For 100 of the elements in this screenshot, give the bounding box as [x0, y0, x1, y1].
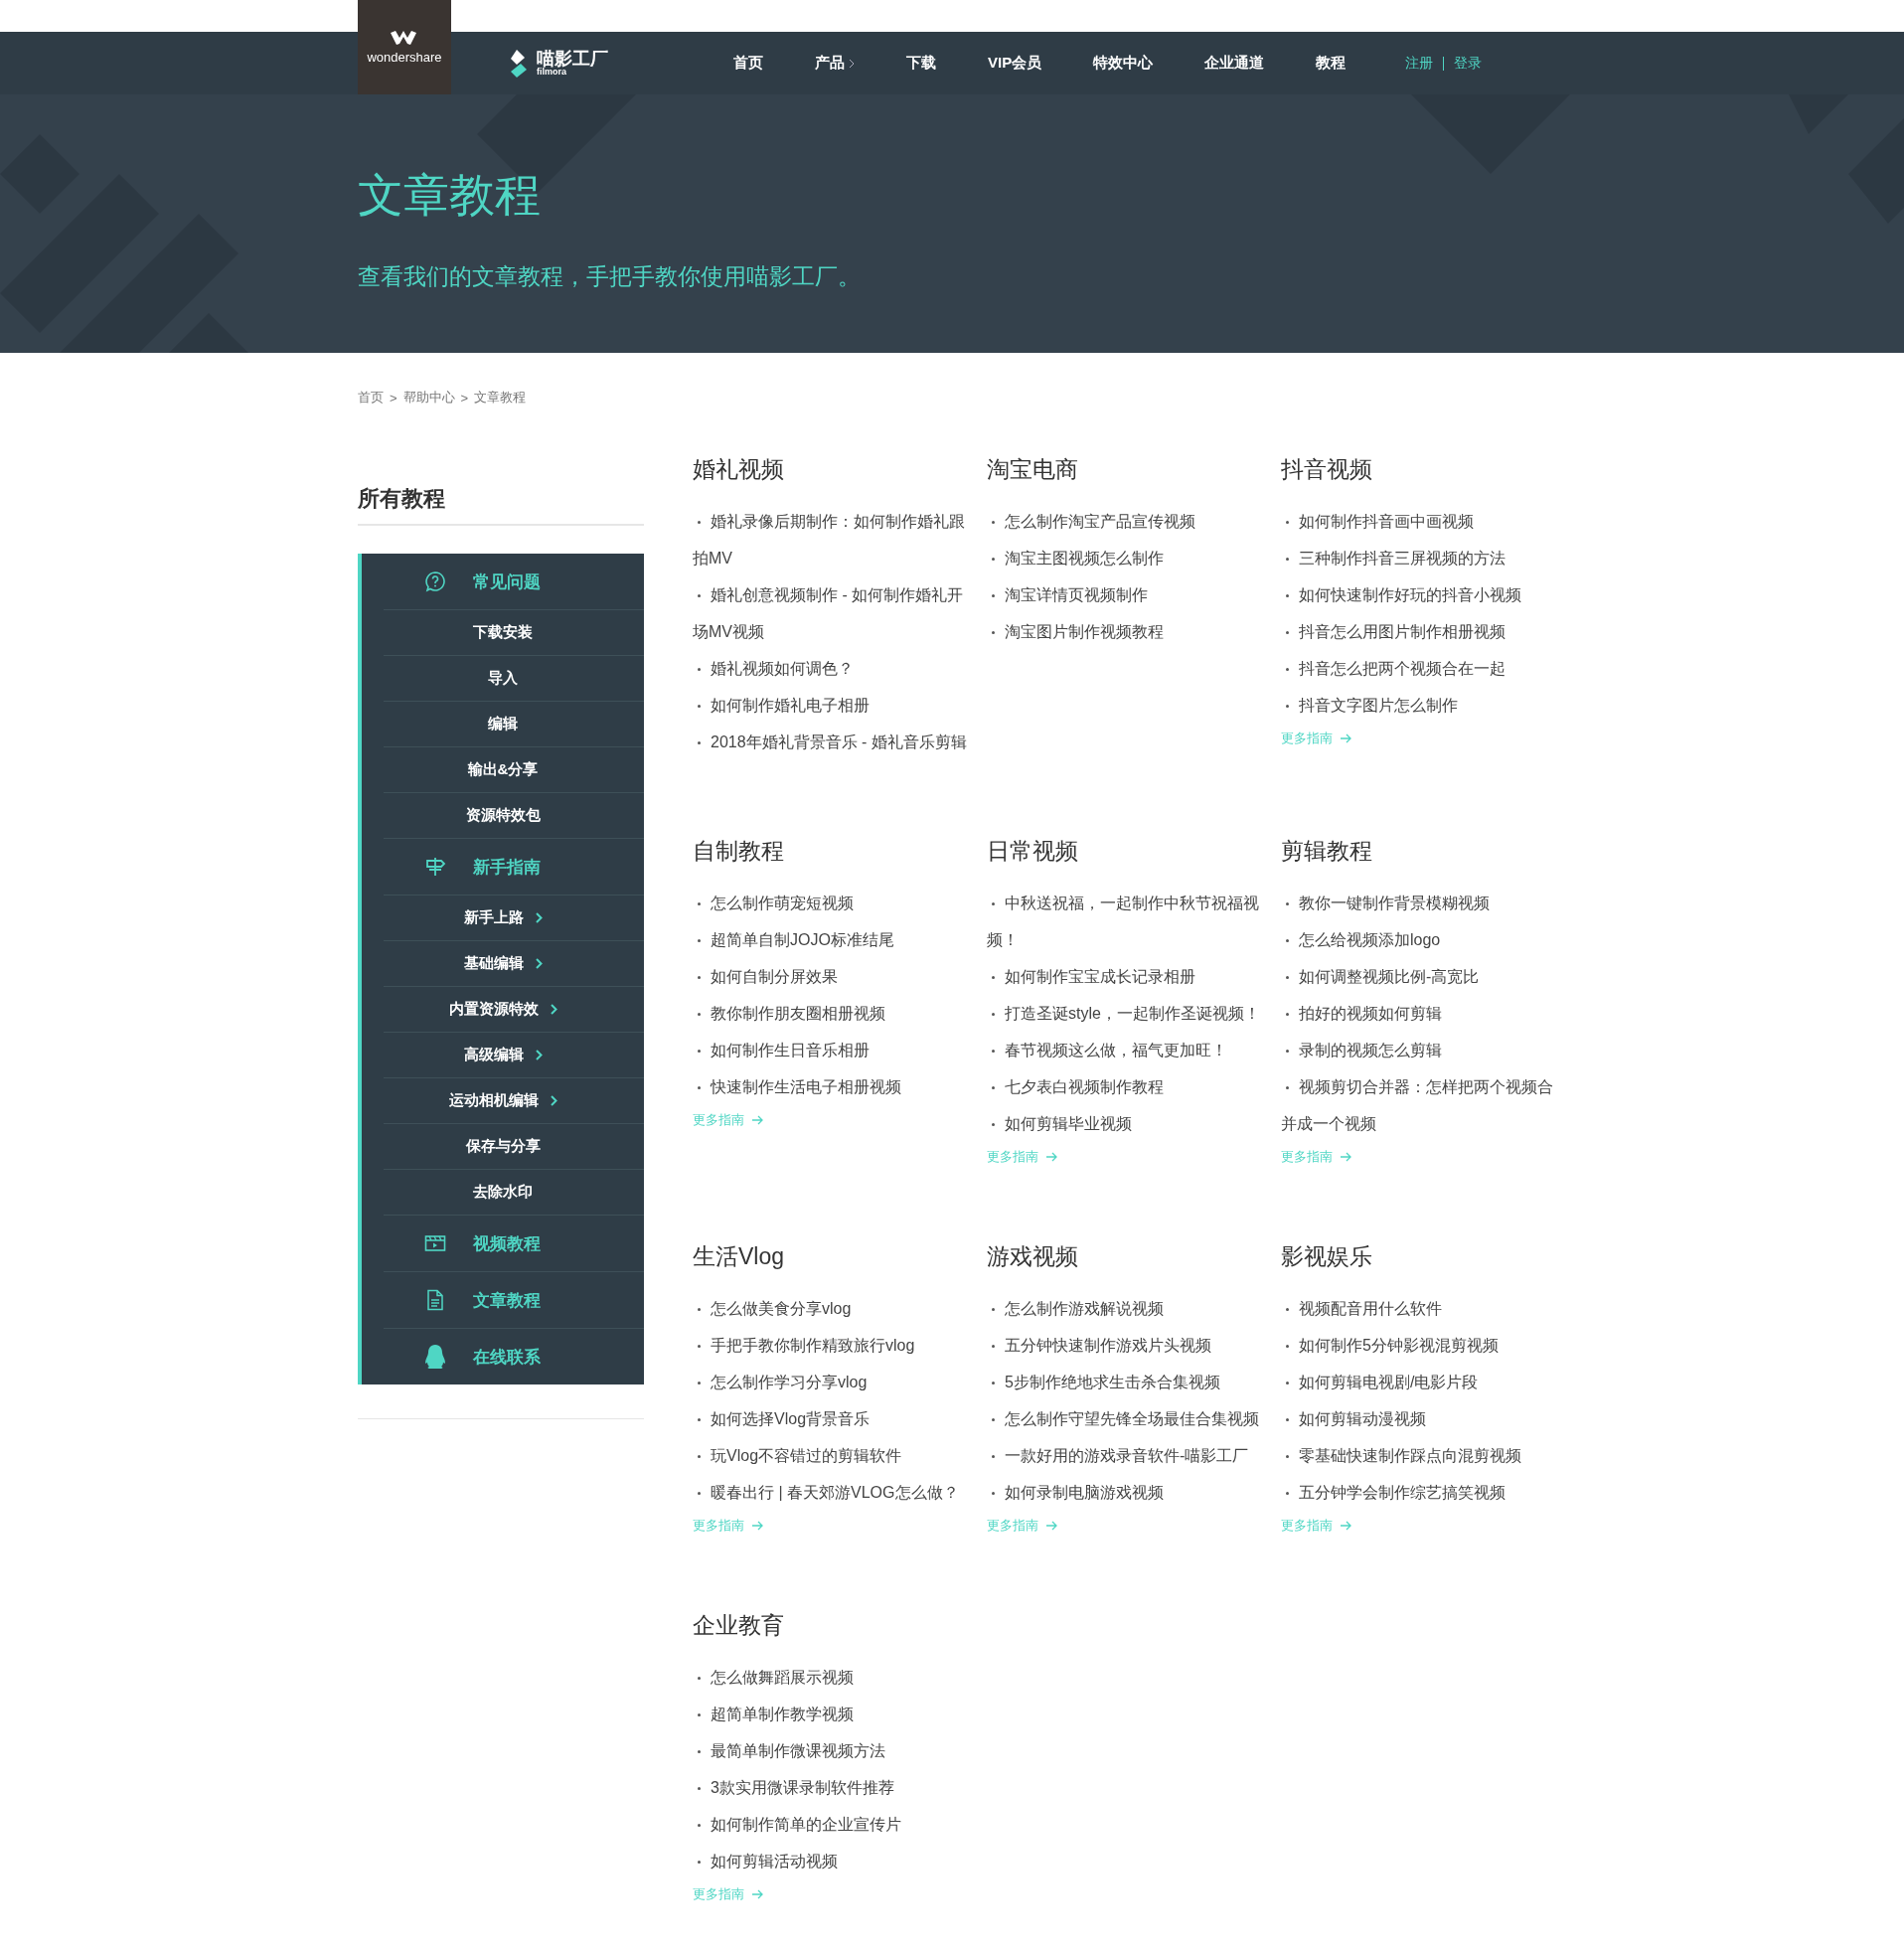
- article-link[interactable]: 七夕表白视频制作教程: [987, 1068, 1265, 1105]
- article-link[interactable]: 玩Vlog不容错过的剪辑软件: [693, 1437, 971, 1474]
- article-link[interactable]: 如何选择Vlog背景音乐: [693, 1400, 971, 1437]
- bullet-icon: [698, 1013, 701, 1017]
- article-link[interactable]: 最简单制作微课视频方法: [693, 1732, 971, 1769]
- sidebar-item[interactable]: 去除水印: [384, 1170, 644, 1216]
- article-link[interactable]: 怎么制作淘宝产品宣传视频: [987, 503, 1265, 540]
- article-link[interactable]: 五分钟学会制作综艺搞笑视频: [1281, 1474, 1559, 1511]
- arrow-icon: [752, 1521, 764, 1531]
- breadcrumb-link[interactable]: 帮助中心: [402, 389, 455, 407]
- article-link[interactable]: 零基础快速制作踩点向混剪视频: [1281, 1437, 1559, 1474]
- question-icon: [424, 570, 446, 592]
- sidebar-section[interactable]: 在线联系: [384, 1329, 644, 1384]
- article-link[interactable]: 如何快速制作好玩的抖音小视频: [1281, 576, 1559, 613]
- article-link[interactable]: 如何制作宝宝成长记录相册: [987, 958, 1265, 995]
- article-link[interactable]: 暖春出行 | 春天郊游VLOG怎么做？: [693, 1474, 971, 1511]
- bullet-icon: [698, 1824, 701, 1828]
- bullet-icon: [992, 1492, 995, 1496]
- article-link[interactable]: 教你一键制作背景模糊视频: [1281, 885, 1559, 921]
- article-link[interactable]: 录制的视频怎么剪辑: [1281, 1032, 1559, 1068]
- sidebar-item[interactable]: 基础编辑: [384, 941, 644, 987]
- nav-link[interactable]: VIP会员: [962, 54, 1068, 73]
- article-link[interactable]: 婚礼创意视频制作 - 如何制作婚礼开场MV视频: [693, 576, 971, 650]
- nav-link[interactable]: 特效中心: [1067, 54, 1180, 73]
- article-link[interactable]: 怎么制作萌宠短视频: [693, 885, 971, 921]
- article-link[interactable]: 超简单自制JOJO标准结尾: [693, 921, 971, 958]
- sidebar-section[interactable]: 视频教程: [384, 1216, 644, 1272]
- film-icon: [424, 1234, 446, 1252]
- article-link[interactable]: 抖音文字图片怎么制作: [1281, 687, 1559, 724]
- filmora-logo[interactable]: 喵影工厂 filmora: [507, 32, 608, 94]
- article-link[interactable]: 中秋送祝福，一起制作中秋节祝福视频！: [987, 885, 1265, 958]
- article-link[interactable]: 5步制作绝地求生击杀合集视频: [987, 1364, 1265, 1400]
- article-link[interactable]: 如何剪辑电视剧/电影片段: [1281, 1364, 1559, 1400]
- article-link[interactable]: 视频剪切合并器：怎样把两个视频合并成一个视频: [1281, 1068, 1559, 1142]
- sidebar-item[interactable]: 保存与分享: [384, 1124, 644, 1170]
- sidebar-section[interactable]: 常见问题: [384, 554, 644, 610]
- breadcrumb-link[interactable]: 首页: [358, 389, 384, 407]
- nav-link[interactable]: 首页: [708, 54, 789, 73]
- article-link[interactable]: 怎么给视频添加logo: [1281, 921, 1559, 958]
- article-link[interactable]: 视频配音用什么软件: [1281, 1290, 1559, 1327]
- article-link[interactable]: 五分钟快速制作游戏片头视频: [987, 1327, 1265, 1364]
- article-link[interactable]: 2018年婚礼背景音乐 - 婚礼音乐剪辑: [693, 724, 971, 760]
- document-icon: [426, 1289, 444, 1311]
- sidebar-item[interactable]: 高级编辑: [384, 1033, 644, 1078]
- article-link[interactable]: 淘宝图片制作视频教程: [987, 613, 1265, 650]
- nav-link[interactable]: 产品: [789, 54, 880, 73]
- bullet-icon: [992, 521, 995, 525]
- account-link[interactable]: 注册: [1405, 54, 1434, 73]
- article-link[interactable]: 如何制作婚礼电子相册: [693, 687, 971, 724]
- page-title: 文章教程: [358, 172, 542, 218]
- article-link[interactable]: 婚礼视频如何调色？: [693, 650, 971, 687]
- article-link[interactable]: 如何自制分屏效果: [693, 958, 971, 995]
- article-link[interactable]: 如何录制电脑游戏视频: [987, 1474, 1265, 1511]
- sidebar-item[interactable]: 导入: [384, 656, 644, 702]
- bullet-icon: [698, 1086, 701, 1090]
- article-link[interactable]: 如何剪辑活动视频: [693, 1843, 971, 1879]
- sidebar-section[interactable]: 新手指南: [384, 839, 644, 896]
- article-link[interactable]: 怎么制作学习分享vlog: [693, 1364, 971, 1400]
- article-link[interactable]: 如何调整视频比例-高宽比: [1281, 958, 1559, 995]
- wondershare-logo[interactable]: wondershare: [358, 0, 451, 94]
- article-link[interactable]: 抖音怎么把两个视频合在一起: [1281, 650, 1559, 687]
- sidebar-item[interactable]: 编辑: [384, 702, 644, 747]
- sidebar-item[interactable]: 输出&分享: [384, 747, 644, 793]
- article-link[interactable]: 淘宝主图视频怎么制作: [987, 540, 1265, 576]
- article-link[interactable]: 一款好用的游戏录音软件-喵影工厂: [987, 1437, 1265, 1474]
- article-link[interactable]: 怎么制作守望先锋全场最佳合集视频: [987, 1400, 1265, 1437]
- sidebar-item[interactable]: 运动相机编辑: [384, 1078, 644, 1124]
- sidebar-item[interactable]: 内置资源特效: [384, 987, 644, 1033]
- article-link[interactable]: 抖音怎么用图片制作相册视频: [1281, 613, 1559, 650]
- nav-link[interactable]: 下载: [880, 54, 962, 73]
- article-link[interactable]: 拍好的视频如何剪辑: [1281, 995, 1559, 1032]
- nav-link[interactable]: 教程: [1290, 54, 1372, 73]
- article-link[interactable]: 淘宝详情页视频制作: [987, 576, 1265, 613]
- article-link[interactable]: 春节视频这么做，福气更加旺！: [987, 1032, 1265, 1068]
- article-link[interactable]: 如何剪辑动漫视频: [1281, 1400, 1559, 1437]
- breadcrumb-link[interactable]: 文章教程: [474, 389, 527, 407]
- article-link[interactable]: 婚礼录像后期制作：如何制作婚礼跟拍MV: [693, 503, 971, 576]
- article-link[interactable]: 如何制作简单的企业宣传片: [693, 1806, 971, 1843]
- article-link[interactable]: 如何制作抖音画中画视频: [1281, 503, 1559, 540]
- article-link[interactable]: 如何制作生日音乐相册: [693, 1032, 971, 1068]
- article-link[interactable]: 如何剪辑毕业视频: [987, 1105, 1265, 1142]
- article-link[interactable]: 教你制作朋友圈相册视频: [693, 995, 971, 1032]
- sidebar-item[interactable]: 新手上路: [384, 896, 644, 941]
- sidebar-section[interactable]: 文章教程: [384, 1272, 644, 1329]
- nav-link[interactable]: 企业通道: [1179, 54, 1291, 73]
- article-link[interactable]: 手把手教你制作精致旅行vlog: [693, 1327, 971, 1364]
- article-link[interactable]: 打造圣诞style，一起制作圣诞视频！: [987, 995, 1265, 1032]
- article-link[interactable]: 怎么做舞蹈展示视频: [693, 1659, 971, 1696]
- sidebar-item[interactable]: 下载安装: [384, 610, 644, 656]
- bullet-icon: [992, 594, 995, 598]
- bullet-icon: [992, 1308, 995, 1312]
- article-link[interactable]: 3款实用微课录制软件推荐: [693, 1769, 971, 1806]
- article-link[interactable]: 怎么制作游戏解说视频: [987, 1290, 1265, 1327]
- article-link[interactable]: 快速制作生活电子相册视频: [693, 1068, 971, 1105]
- account-link[interactable]: 登录: [1454, 54, 1483, 73]
- article-link[interactable]: 如何制作5分钟影视混剪视频: [1281, 1327, 1559, 1364]
- article-link[interactable]: 超简单制作教学视频: [693, 1696, 971, 1732]
- article-link[interactable]: 怎么做美食分享vlog: [693, 1290, 971, 1327]
- article-link[interactable]: 三种制作抖音三屏视频的方法: [1281, 540, 1559, 576]
- sidebar-item[interactable]: 资源特效包: [384, 793, 644, 839]
